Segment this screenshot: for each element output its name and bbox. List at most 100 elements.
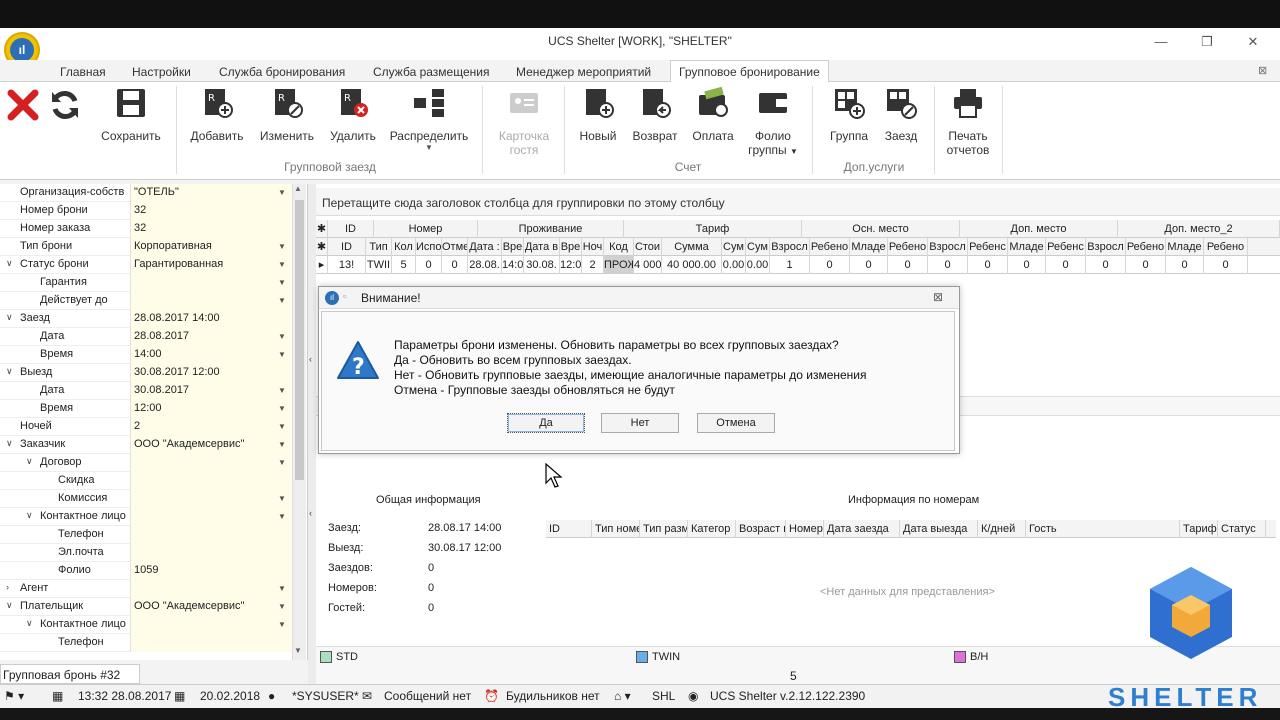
property-row[interactable]: Гарантия ▼	[0, 274, 292, 292]
checkin-service-button[interactable]: Заезд	[878, 86, 924, 143]
property-value[interactable]: Корпоративная	[130, 238, 292, 256]
property-value[interactable]: 32	[130, 220, 292, 238]
expand-icon[interactable]: ›	[6, 582, 9, 592]
rooms-column-header-cell[interactable]: К/дней	[978, 520, 1026, 538]
rooms-column-header-cell[interactable]: ID	[546, 520, 592, 538]
grid-band-cell[interactable]: Тариф	[624, 220, 802, 238]
scroll-down-icon[interactable]: ▼	[294, 646, 302, 655]
expand-icon[interactable]: ∨	[26, 618, 33, 629]
property-row[interactable]: Комиссия ▼	[0, 490, 292, 508]
grid-cell[interactable]: 30.08.	[524, 256, 560, 274]
grid-column-header-cell[interactable]: Взросл	[1086, 238, 1126, 256]
scroll-up-icon[interactable]: ▲	[294, 184, 302, 193]
dropdown-arrow-icon[interactable]: ▼	[274, 400, 290, 417]
refresh-icon[interactable]	[48, 88, 82, 125]
property-row[interactable]: Номер заказа 32	[0, 220, 292, 238]
property-row[interactable]: Дата 28.08.2017 ▼	[0, 328, 292, 346]
grid-column-header-cell[interactable]: Код	[604, 238, 634, 256]
collapse-left-icon-2[interactable]: ‹	[309, 508, 312, 518]
grid-cell[interactable]: 2	[582, 256, 604, 274]
tab-settings[interactable]: Настройки	[124, 62, 199, 82]
grid-cell[interactable]: 0	[810, 256, 850, 274]
ribbon-collapse-icon[interactable]: ⊠	[1258, 64, 1267, 77]
delete-button[interactable]: R Удалить	[322, 86, 384, 143]
grid-column-header-cell[interactable]: Взросл	[928, 238, 968, 256]
grid-column-header-cell[interactable]: Стои	[634, 238, 662, 256]
tab-home[interactable]: Главная	[52, 62, 114, 82]
payment-button[interactable]: Оплата	[686, 86, 740, 143]
grid-cell[interactable]: 0.00	[746, 256, 770, 274]
grid-column-header-cell[interactable]: Дата в	[524, 238, 560, 256]
rooms-column-header-cell[interactable]: Тип разм	[640, 520, 688, 538]
row-indicator-icon[interactable]: ▸	[316, 256, 328, 274]
group-service-button[interactable]: Группа	[822, 86, 876, 143]
grid-column-header-cell[interactable]: Вре	[560, 238, 582, 256]
dropdown-arrow-icon[interactable]: ▼	[274, 346, 290, 363]
grid-cell[interactable]: 4 000	[634, 256, 662, 274]
guest-card-button[interactable]: Карточка гостя	[490, 86, 558, 157]
property-row[interactable]: ∨ Договор ▼	[0, 454, 292, 472]
grid-cell[interactable]: 0	[888, 256, 928, 274]
property-value[interactable]	[130, 616, 292, 634]
dialog-close-icon[interactable]: ⊠	[933, 290, 943, 304]
property-value[interactable]: "ОТЕЛЬ"	[130, 184, 292, 202]
dropdown-arrow-icon[interactable]: ▼	[274, 238, 290, 255]
grid-column-header-cell[interactable]: Взросл	[770, 238, 810, 256]
tab-booking-service[interactable]: Служба бронирования	[211, 62, 353, 82]
grid-column-header-cell[interactable]: Дата :	[468, 238, 502, 256]
property-row[interactable]: Тип брони Корпоративная ▼	[0, 238, 292, 256]
grid-band-cell[interactable]: Проживание	[478, 220, 624, 238]
dropdown-arrow-icon[interactable]: ▼	[274, 436, 290, 453]
group-folio-button[interactable]: Фолио группы ▼	[744, 86, 802, 157]
grid-column-header-cell[interactable]: Сум	[746, 238, 770, 256]
grid-column-header-cell[interactable]: Ребенс	[968, 238, 1008, 256]
grid-band-cell[interactable]: Номер	[374, 220, 478, 238]
add-button[interactable]: R Добавить	[186, 86, 248, 143]
rooms-column-header-cell[interactable]: Статус	[1218, 520, 1266, 538]
rooms-column-header-cell[interactable]: Дата выезда	[900, 520, 978, 538]
dropdown-arrow-icon[interactable]: ▼	[274, 328, 290, 345]
return-button[interactable]: Возврат	[628, 86, 682, 143]
grid-cell[interactable]: 1	[770, 256, 810, 274]
dropdown-arrow-icon[interactable]: ▼	[274, 382, 290, 399]
rooms-column-header-cell[interactable]: Возраст г	[736, 520, 786, 538]
grid-column-header-cell[interactable]: Отме	[442, 238, 468, 256]
property-row[interactable]: Скидка	[0, 472, 292, 490]
grid-cell[interactable]: 0	[928, 256, 968, 274]
property-row[interactable]: ∨ Статус брони Гарантированная ▼	[0, 256, 292, 274]
grid-column-header-cell[interactable]: Ребено	[888, 238, 928, 256]
rooms-column-header-cell[interactable]: Номер	[786, 520, 824, 538]
grid-cell[interactable]: 0	[1008, 256, 1046, 274]
grid-column-header-cell[interactable]: Младе	[850, 238, 888, 256]
tab-event-manager[interactable]: Менеджер мероприятий	[508, 62, 659, 82]
grid-cell[interactable]: 28.08.	[468, 256, 502, 274]
property-value[interactable]	[130, 508, 292, 526]
expand-icon[interactable]: ∨	[6, 438, 13, 449]
property-row[interactable]: ∨ Заказчик ООО "Академсервис" ▼	[0, 436, 292, 454]
new-account-button[interactable]: Новый	[572, 86, 624, 143]
dropdown-arrow-icon[interactable]: ▼	[274, 454, 290, 471]
grid-column-header-cell[interactable]: Ребено	[810, 238, 850, 256]
dropdown-arrow-icon[interactable]: ▼	[274, 616, 290, 633]
property-value[interactable]	[130, 472, 292, 490]
property-value[interactable]	[130, 274, 292, 292]
dropdown-arrow-icon[interactable]: ▼	[274, 580, 290, 597]
property-value[interactable]: Гарантированная	[130, 256, 292, 274]
property-value[interactable]: ООО "Академсервис"	[130, 436, 292, 454]
grid-cell[interactable]: 0	[1086, 256, 1126, 274]
grid-cell[interactable]: TWII	[366, 256, 392, 274]
property-row[interactable]: Фолио 1059	[0, 562, 292, 580]
property-row[interactable]: Дата 30.08.2017 ▼	[0, 382, 292, 400]
cancel-button[interactable]: Отмена	[697, 413, 775, 433]
grid-cell[interactable]: 12:0	[560, 256, 582, 274]
grid-cell[interactable]: 0	[1126, 256, 1166, 274]
grid-column-header-cell[interactable]: Испо	[416, 238, 442, 256]
dropdown-arrow-icon[interactable]: ▼	[274, 274, 290, 291]
grid-column-header-cell[interactable]: Сум	[722, 238, 746, 256]
dropdown-arrow-icon[interactable]: ▼	[274, 256, 290, 273]
rooms-column-header-cell[interactable]: Категор	[688, 520, 736, 538]
yes-button[interactable]: Да	[507, 413, 585, 433]
grid-cell[interactable]: 0	[1046, 256, 1086, 274]
grid-cell[interactable]: 0	[850, 256, 888, 274]
grid-column-header-cell[interactable]: Младе	[1008, 238, 1046, 256]
